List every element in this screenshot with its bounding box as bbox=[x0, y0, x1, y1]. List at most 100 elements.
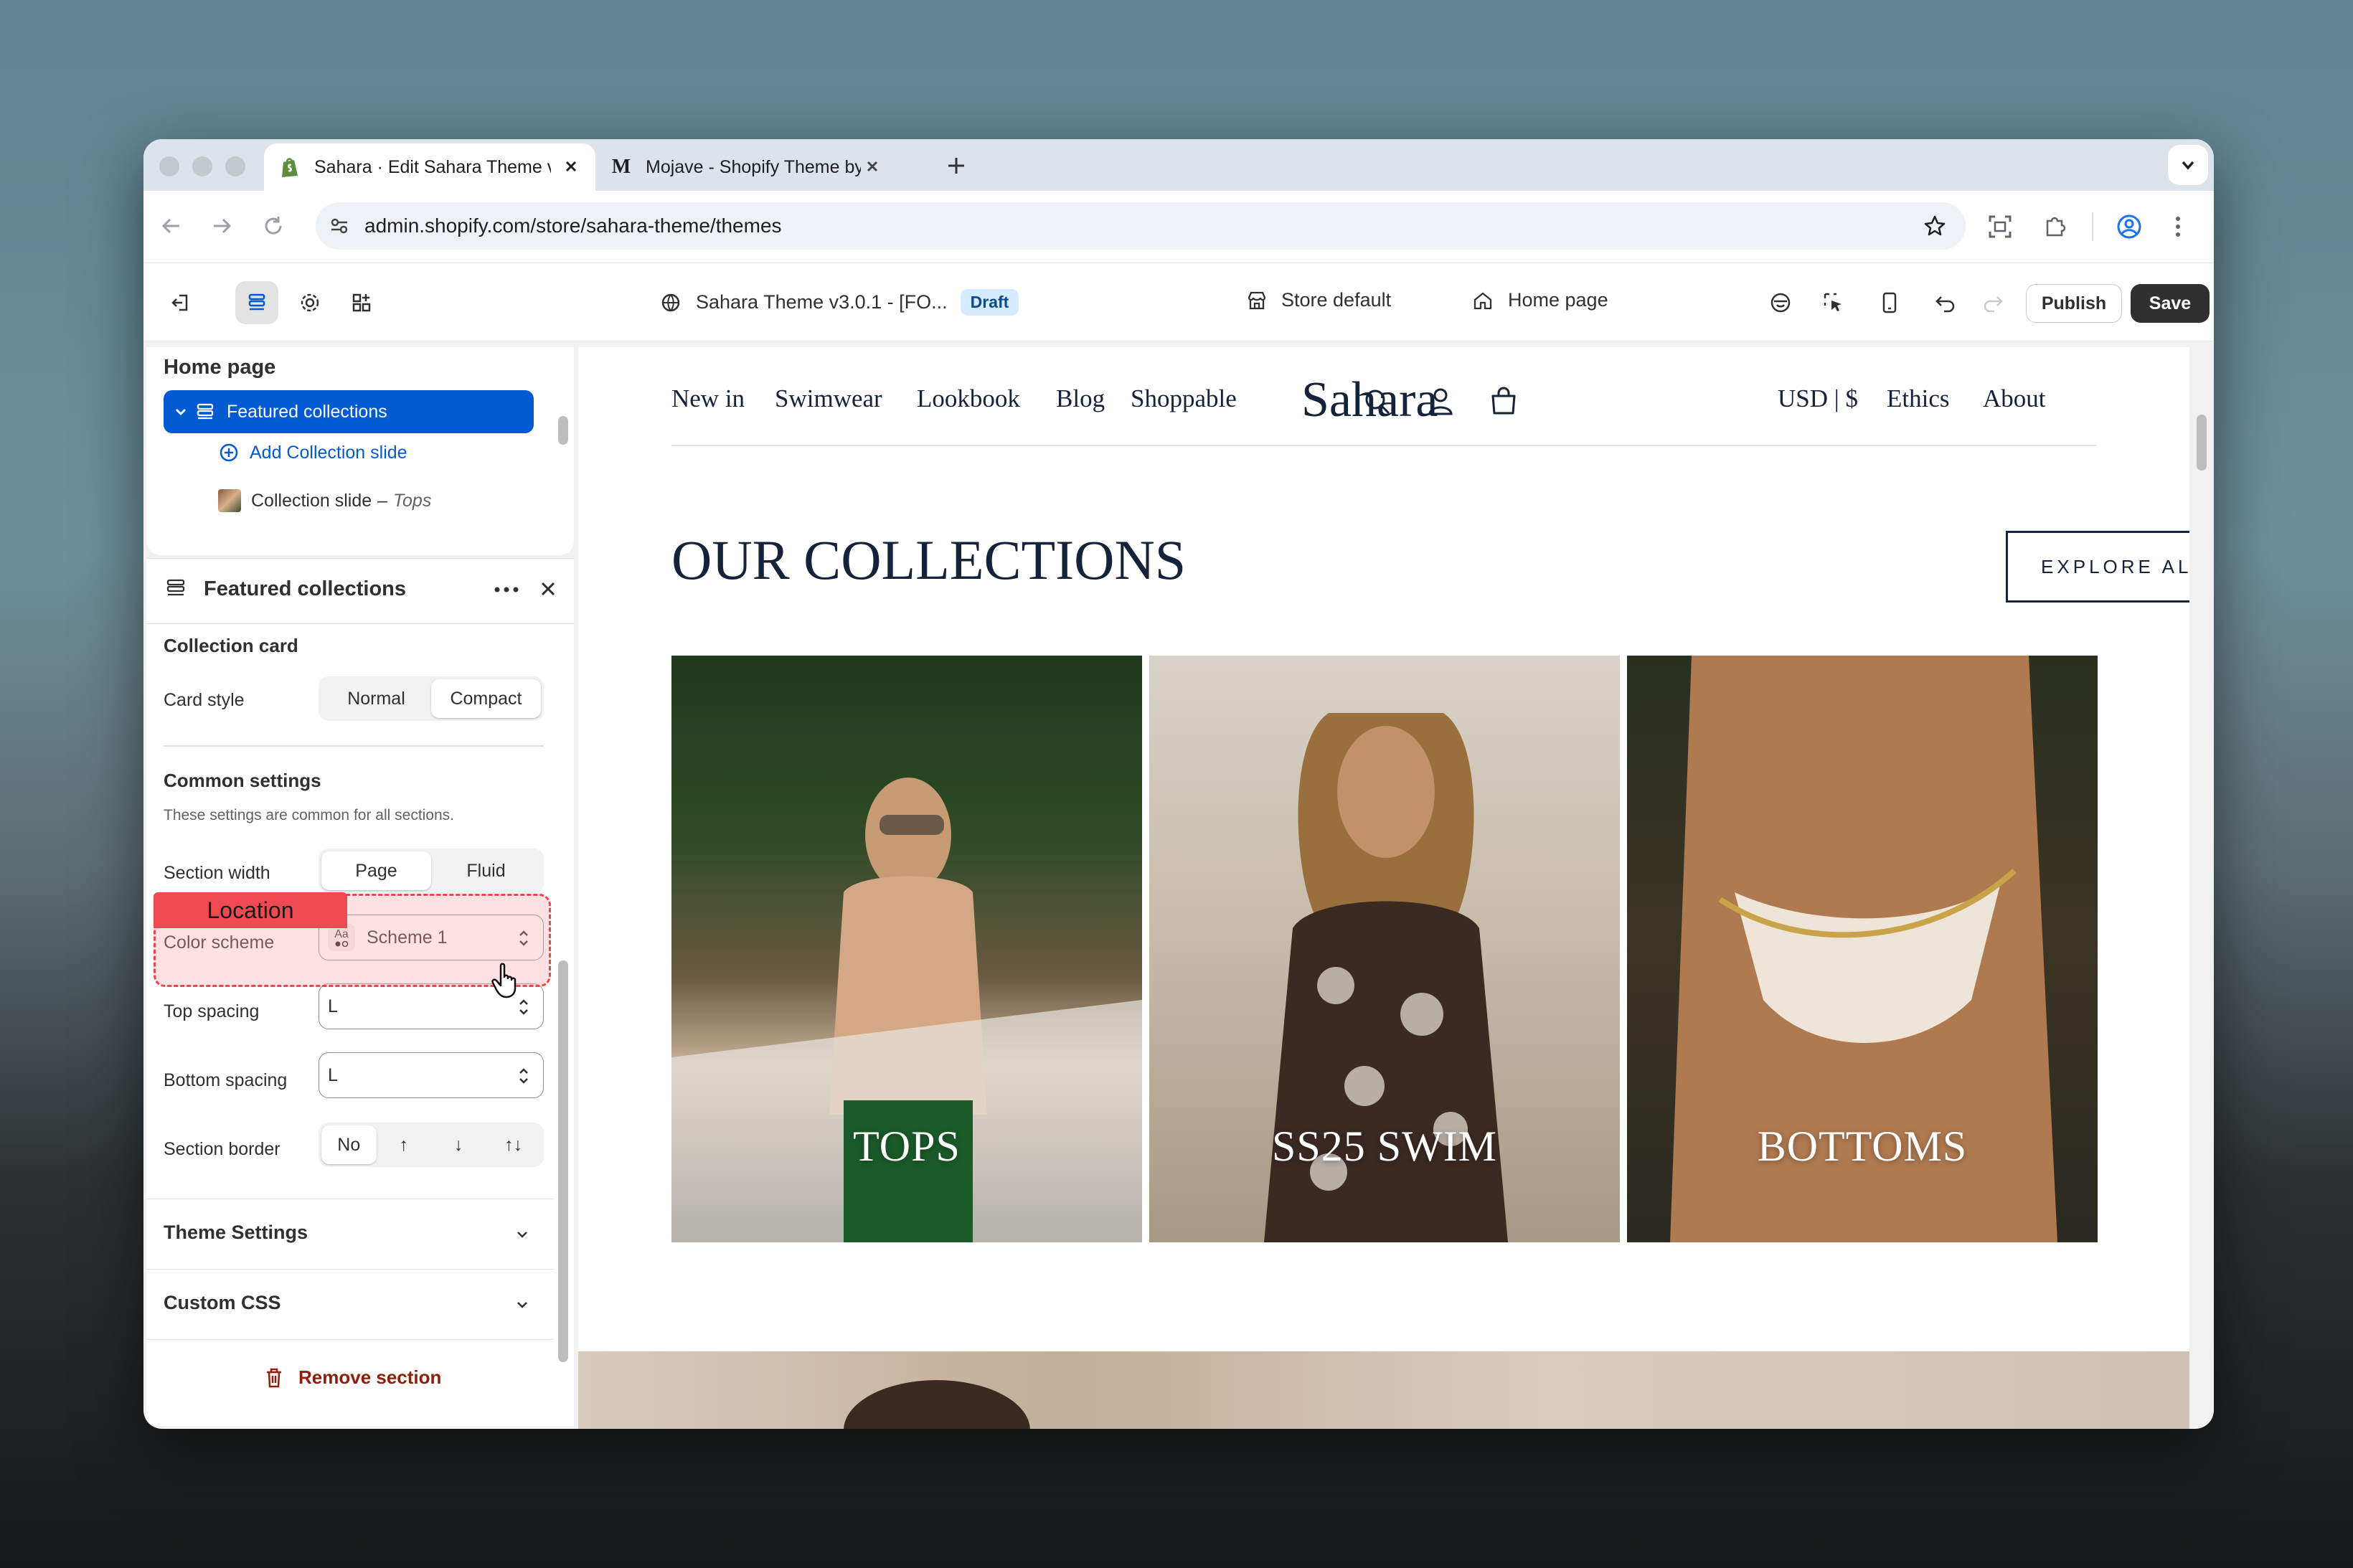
explore-all-button[interactable]: EXPLORE ALL bbox=[2006, 531, 2189, 603]
currency-selector[interactable]: USD | $ bbox=[1778, 384, 1858, 413]
card-style-label: Card style bbox=[164, 690, 245, 710]
nav-new-in[interactable]: New in bbox=[671, 384, 745, 413]
redo-icon[interactable] bbox=[1971, 281, 2014, 324]
nav-swimwear[interactable]: Swimwear bbox=[775, 384, 882, 413]
select-cursor-icon[interactable] bbox=[1812, 281, 1855, 324]
store-default-selector[interactable]: Store default bbox=[1245, 289, 1391, 311]
tab-list-chevron-icon[interactable] bbox=[2168, 145, 2208, 185]
section-border-no[interactable]: No bbox=[321, 1125, 377, 1164]
browser-menu-icon[interactable] bbox=[2172, 214, 2184, 240]
bookmark-star-icon[interactable] bbox=[1923, 214, 1947, 238]
search-icon[interactable] bbox=[1363, 387, 1392, 416]
bottom-spacing-label: Bottom spacing bbox=[164, 1070, 288, 1090]
more-actions-icon[interactable] bbox=[494, 586, 519, 593]
outline-item-collection-slide[interactable]: Collection slide – Tops bbox=[218, 489, 431, 512]
settings-title: Featured collections bbox=[204, 577, 407, 600]
collection-title: TOPS bbox=[853, 1123, 961, 1170]
extensions-icon[interactable] bbox=[2042, 214, 2067, 240]
forward-icon[interactable] bbox=[209, 214, 234, 238]
theme-settings-accordion[interactable]: Theme Settings bbox=[164, 1222, 308, 1244]
back-icon[interactable] bbox=[159, 214, 184, 238]
chevron-down-icon[interactable] bbox=[514, 1296, 531, 1313]
mobile-preview-icon[interactable] bbox=[1868, 281, 1911, 324]
outline-item-featured-collections[interactable]: Featured collections bbox=[164, 390, 534, 433]
save-button[interactable]: Save bbox=[2131, 284, 2210, 323]
bottom-spacing-select[interactable]: L bbox=[319, 1052, 544, 1098]
top-spacing-label: Top spacing bbox=[164, 1001, 260, 1021]
nav-shoppable[interactable]: Shoppable bbox=[1131, 384, 1237, 413]
nav-lookbook[interactable]: Lookbook bbox=[917, 384, 1020, 413]
page-selector[interactable]: Home page bbox=[1472, 289, 1608, 311]
profile-icon[interactable] bbox=[2116, 214, 2142, 240]
collection-title: BOTTOMS bbox=[1757, 1123, 1968, 1170]
theme-name-area[interactable]: Sahara Theme v3.0.1 - [FO... Draft bbox=[660, 289, 1019, 316]
section-border-bottom[interactable]: ↓ bbox=[431, 1125, 486, 1164]
address-bar[interactable]: admin.shopify.com/store/sahara-theme/the… bbox=[316, 202, 1966, 250]
collection-card-tops[interactable]: TOPS bbox=[671, 656, 1142, 1242]
collection-card-bottoms[interactable]: BOTTOMS bbox=[1627, 656, 2098, 1242]
theme-settings-gear-icon[interactable] bbox=[288, 281, 331, 324]
home-icon bbox=[1472, 290, 1494, 311]
select-arrows-icon bbox=[517, 997, 530, 1017]
nav-ethics[interactable]: Ethics bbox=[1887, 384, 1949, 413]
trash-icon bbox=[264, 1367, 284, 1389]
card-style-normal[interactable]: Normal bbox=[321, 679, 431, 718]
settings-scrollbar[interactable] bbox=[558, 960, 568, 1362]
app-embeds-icon[interactable] bbox=[340, 281, 383, 324]
theme-name: Sahara Theme v3.0.1 - [FO... bbox=[696, 291, 948, 313]
custom-css-accordion[interactable]: Custom CSS bbox=[164, 1292, 281, 1314]
tab-mojave[interactable]: M Mojave - Shopify Theme by Dev bbox=[595, 143, 897, 191]
location-tag: Location bbox=[154, 892, 347, 928]
collection-image-icon bbox=[218, 489, 241, 512]
account-icon[interactable] bbox=[1426, 386, 1455, 416]
collection-card-heading: Collection card bbox=[164, 635, 298, 656]
next-section-image bbox=[578, 1351, 2189, 1429]
section-width-page[interactable]: Page bbox=[321, 851, 431, 890]
add-circle-icon bbox=[218, 442, 240, 463]
block-sublabel: Tops bbox=[393, 490, 432, 511]
tab-sahara[interactable]: Sahara · Edit Sahara Theme v3.0.1 bbox=[264, 143, 595, 191]
close-icon[interactable] bbox=[538, 579, 558, 599]
card-style-compact[interactable]: Compact bbox=[431, 679, 541, 718]
card-style-segmented[interactable]: Normal Compact bbox=[319, 676, 544, 721]
window-close-dot[interactable] bbox=[159, 156, 179, 176]
editor-top-bar: Sahara Theme v3.0.1 - [FO... Draft Store… bbox=[143, 263, 2214, 341]
section-width-segmented[interactable]: Page Fluid bbox=[319, 849, 544, 893]
exit-icon[interactable] bbox=[159, 281, 202, 324]
collection-card-ss25-swim[interactable]: SS25 SWIM bbox=[1149, 656, 1620, 1242]
url-text: admin.shopify.com/store/sahara-theme/the… bbox=[364, 214, 782, 237]
remove-section-label: Remove section bbox=[298, 1366, 442, 1388]
nav-blog[interactable]: Blog bbox=[1056, 384, 1105, 413]
outline-selected-label: Featured collections bbox=[227, 401, 387, 422]
globe-icon bbox=[660, 292, 682, 313]
preview-scrollbar[interactable] bbox=[2197, 415, 2207, 471]
chevron-down-icon[interactable] bbox=[514, 1226, 531, 1243]
section-border-top[interactable]: ↑ bbox=[377, 1125, 432, 1164]
reload-icon[interactable] bbox=[261, 214, 286, 238]
add-block-label: Add Collection slide bbox=[250, 442, 407, 463]
chevron-down-icon[interactable] bbox=[174, 405, 188, 419]
window-minimize-dot[interactable] bbox=[192, 156, 212, 176]
section-border-label: Section border bbox=[164, 1139, 280, 1159]
undo-icon[interactable] bbox=[1924, 281, 1967, 324]
close-tab-icon[interactable] bbox=[862, 156, 882, 176]
screen-capture-icon[interactable] bbox=[1987, 214, 2013, 240]
close-tab-icon[interactable] bbox=[561, 156, 581, 176]
add-collection-slide-button[interactable]: Add Collection slide bbox=[218, 442, 407, 463]
inspector-icon[interactable] bbox=[1759, 281, 1802, 324]
outline-title: Home page bbox=[164, 356, 276, 379]
new-tab-icon[interactable] bbox=[946, 155, 967, 176]
window-zoom-dot[interactable] bbox=[225, 156, 245, 176]
tab-strip: Sahara · Edit Sahara Theme v3.0.1 M Moja… bbox=[143, 139, 2214, 191]
section-width-fluid[interactable]: Fluid bbox=[431, 851, 541, 890]
section-border-segmented[interactable]: No ↑ ↓ ↑↓ bbox=[319, 1123, 544, 1167]
section-border-both[interactable]: ↑↓ bbox=[486, 1125, 542, 1164]
outline-scrollbar[interactable] bbox=[558, 416, 568, 445]
remove-section-button[interactable]: Remove section bbox=[264, 1366, 441, 1389]
cart-bag-icon[interactable] bbox=[1489, 386, 1518, 416]
section-layout-icon bbox=[165, 577, 187, 599]
publish-button[interactable]: Publish bbox=[2026, 284, 2122, 323]
sections-icon[interactable] bbox=[235, 281, 278, 324]
site-settings-icon[interactable] bbox=[329, 215, 350, 237]
nav-about[interactable]: About bbox=[1983, 384, 2046, 413]
